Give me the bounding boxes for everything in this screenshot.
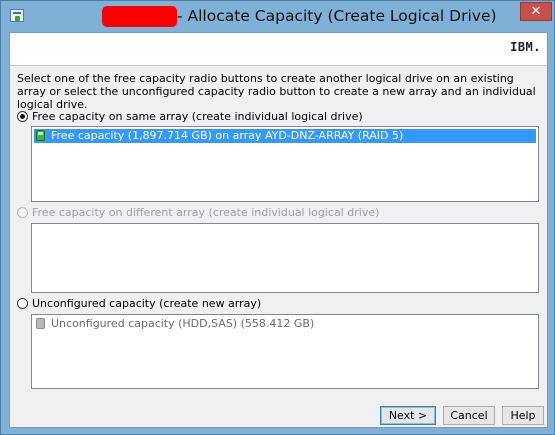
redacted-title-block [102, 6, 177, 27]
instructions-text: Select one of the free capacity radio bu… [17, 72, 536, 111]
radio-option-same-array[interactable]: Free capacity on same array (create indi… [17, 109, 363, 125]
title-bar[interactable]: - Allocate Capacity (Create Logical Driv… [1, 1, 554, 32]
radio-option-different-array[interactable]: Free capacity on different array (create… [17, 205, 379, 221]
radio-option-unconfigured[interactable]: Unconfigured capacity (create new array) [17, 296, 261, 312]
list-item-unconfigured-capacity[interactable]: Unconfigured capacity (HDD,SAS) (558.412… [34, 317, 536, 331]
cancel-button[interactable]: Cancel [443, 406, 495, 425]
radio-label-unconfigured: Unconfigured capacity (create new array) [32, 297, 262, 310]
radio-label-same-array: Free capacity on same array (create indi… [32, 110, 363, 123]
ibm-logo: IBM. [510, 40, 541, 54]
list-item-unconfigured-text: Unconfigured capacity (HDD,SAS) (558.412… [51, 317, 315, 330]
different-array-listbox[interactable] [31, 223, 539, 293]
green-drive-icon [36, 130, 45, 141]
radio-label-different-array: Free capacity on different array (create… [32, 206, 380, 219]
help-button[interactable]: Help [502, 406, 544, 425]
radio-button-different-array[interactable] [17, 207, 28, 218]
app-icon [10, 9, 24, 22]
unconfigured-listbox[interactable]: Unconfigured capacity (HDD,SAS) (558.412… [31, 314, 539, 389]
close-button[interactable]: ✕ [520, 2, 552, 21]
list-item-free-capacity-text: Free capacity (1,897.714 GB) on array AY… [51, 129, 404, 142]
radio-button-unconfigured[interactable] [17, 298, 28, 309]
header-band: IBM. [10, 33, 547, 66]
radio-button-same-array[interactable] [17, 111, 28, 122]
same-array-listbox[interactable]: Free capacity (1,897.714 GB) on array AY… [31, 126, 539, 202]
list-item-free-capacity[interactable]: Free capacity (1,897.714 GB) on array AY… [34, 129, 536, 143]
window-title: - Allocate Capacity (Create Logical Driv… [177, 7, 497, 25]
dialog-window: - Allocate Capacity (Create Logical Driv… [0, 0, 555, 435]
dialog-body: IBM. Select one of the free capacity rad… [9, 32, 548, 428]
close-icon: ✕ [530, 4, 542, 19]
grey-drive-icon [36, 318, 45, 329]
next-button[interactable]: Next > [380, 406, 436, 425]
